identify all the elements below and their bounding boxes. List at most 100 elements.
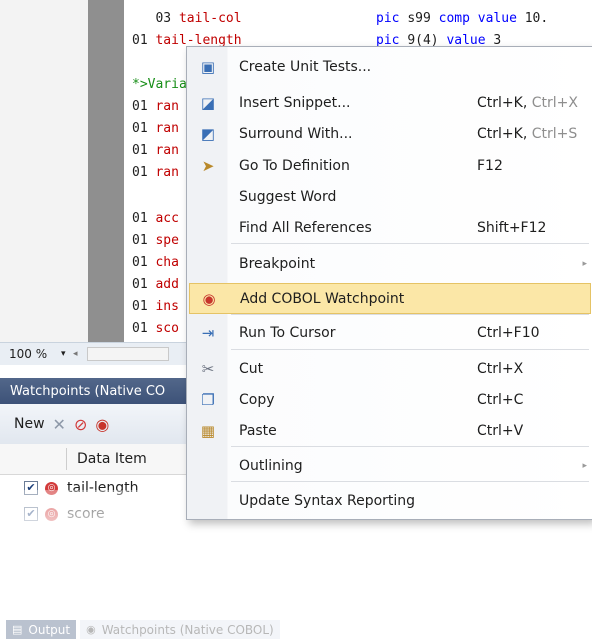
snippet-icon: ◪ <box>200 93 216 112</box>
code-token: 01 <box>132 233 156 248</box>
menu-item-shortcut: Ctrl+K, Ctrl+S <box>477 126 577 142</box>
menu-separator <box>231 481 589 482</box>
menu-item-suggest-word[interactable]: Suggest Word <box>189 181 591 212</box>
menu-item-find-all-references[interactable]: Find All References Shift+F12 <box>189 212 591 243</box>
code-token: 01 <box>132 33 156 48</box>
menu-item-shortcut: Ctrl+V <box>477 423 523 439</box>
menu-item-add-cobol-watchpoint[interactable]: ◉ Add COBOL Watchpoint <box>189 283 591 314</box>
menu-item-label: Paste <box>239 422 277 439</box>
surround-icon: ◩ <box>200 124 216 143</box>
menu-item-label: Update Syntax Reporting <box>239 492 416 509</box>
code-token: ran <box>155 99 179 114</box>
code-token: s99 <box>407 11 439 26</box>
unit-test-icon: ▣ <box>200 57 216 76</box>
code-line-tail[interactable]: pic s99 comp value 10. <box>376 10 548 27</box>
code-token: acc <box>155 211 179 226</box>
menu-separator <box>231 446 589 447</box>
submenu-arrow-icon: ▸ <box>582 258 587 269</box>
code-line[interactable]: *>Varia <box>132 76 187 93</box>
menu-item-breakpoint[interactable]: Breakpoint ▸ <box>189 248 591 279</box>
shortcut-primary: Ctrl+K, <box>477 94 532 111</box>
code-token: ins <box>155 299 179 314</box>
code-line[interactable]: 01 add <box>132 276 179 293</box>
watchpoint-toggle-icon[interactable]: ◉ <box>95 415 109 434</box>
code-line[interactable]: 01 spe <box>132 232 179 249</box>
shortcut-primary: Ctrl+F10 <box>477 324 540 341</box>
code-token: 01 <box>132 255 156 270</box>
code-line[interactable]: 01 ran <box>132 98 179 115</box>
code-line[interactable]: 01 acc <box>132 210 179 227</box>
editor-gutter <box>0 0 88 342</box>
shortcut-primary: Ctrl+C <box>477 391 524 408</box>
menu-item-paste[interactable]: ▦ Paste Ctrl+V <box>189 415 591 446</box>
code-token: 01 <box>132 99 156 114</box>
menu-item-go-to-definition[interactable]: ➤ Go To Definition F12 <box>189 150 591 181</box>
menu-separator <box>231 243 589 244</box>
code-token: 01 <box>132 211 156 226</box>
menu-separator <box>231 314 589 315</box>
new-watchpoint-button[interactable]: New <box>14 416 45 432</box>
menu-item-run-to-cursor[interactable]: ⇥ Run To Cursor Ctrl+F10 <box>189 317 591 348</box>
menu-item-create-unit-tests[interactable]: ▣ Create Unit Tests... <box>189 51 591 82</box>
shortcut-secondary: Ctrl+X <box>531 94 578 111</box>
menu-item-label: Run To Cursor <box>239 324 336 341</box>
column-data-item[interactable]: Data Item <box>77 451 147 467</box>
code-line[interactable]: 01 sco <box>132 320 179 337</box>
code-token: 01 <box>132 165 156 180</box>
scroll-left-icon[interactable]: ◂ <box>73 349 87 359</box>
code-token: pic <box>376 11 408 26</box>
editor-margin <box>88 0 124 342</box>
code-token: 10. <box>524 11 549 26</box>
scissors-icon: ✂ <box>201 359 215 378</box>
code-line[interactable]: 01 cha <box>132 254 179 271</box>
shortcut-primary: Ctrl+V <box>477 422 524 439</box>
code-token: sco <box>155 321 179 336</box>
definition-icon: ➤ <box>201 156 215 175</box>
code-line[interactable]: 01 ran <box>132 142 179 159</box>
code-token: cha <box>155 255 179 270</box>
code-token: 01 <box>132 121 156 136</box>
shortcut-primary: Ctrl+X <box>477 360 524 377</box>
column-divider[interactable] <box>66 448 67 470</box>
menu-item-shortcut: F12 <box>477 158 503 174</box>
delete-all-icon[interactable]: ⊘ <box>74 415 87 434</box>
menu-item-cut[interactable]: ✂ Cut Ctrl+X <box>189 353 591 384</box>
code-token: *>Varia <box>132 77 187 92</box>
menu-item-label: Go To Definition <box>239 157 350 174</box>
menu-item-outlining[interactable]: Outlining ▸ <box>189 450 591 481</box>
horizontal-scrollbar[interactable] <box>87 347 169 361</box>
menu-item-label: Suggest Word <box>239 188 337 205</box>
tab-watchpoints[interactable]: ◉ Watchpoints (Native COBOL) <box>80 620 280 639</box>
menu-item-label: Insert Snippet... <box>239 94 351 111</box>
tab-watchpoints-label: Watchpoints (Native COBOL) <box>101 622 274 637</box>
watchpoint-icon: ◉ <box>202 289 216 308</box>
menu-item-shortcut: Ctrl+C <box>477 392 523 408</box>
code-token: add <box>155 277 179 292</box>
code-token: 03 <box>132 11 179 26</box>
zoom-dropdown-icon[interactable]: ▾ <box>61 349 73 359</box>
paste-icon: ▦ <box>200 421 216 440</box>
copy-icon: ❐ <box>201 390 215 409</box>
menu-item-update-syntax-reporting[interactable]: Update Syntax Reporting <box>189 485 591 516</box>
code-token: value <box>477 11 525 26</box>
shortcut-primary: Ctrl+K, <box>477 125 532 142</box>
menu-item-surround-with[interactable]: ◩ Surround With... Ctrl+K, Ctrl+S <box>189 118 591 149</box>
output-icon: ▤ <box>12 623 23 636</box>
zoom-level[interactable]: 100 % <box>9 347 61 361</box>
code-token: ran <box>155 165 179 180</box>
watchpoints-pane-title: Watchpoints (Native CO <box>10 383 166 399</box>
code-token: ran <box>155 121 179 136</box>
menu-item-shortcut: Ctrl+X <box>477 361 523 377</box>
code-line[interactable]: 01 ins <box>132 298 179 315</box>
menu-item-label: Add COBOL Watchpoint <box>240 290 405 307</box>
code-token: tail-col <box>178 11 242 26</box>
menu-item-copy[interactable]: ❐ Copy Ctrl+C <box>189 384 591 415</box>
code-line[interactable]: 03 tail-col <box>132 10 242 27</box>
code-line[interactable]: 01 ran <box>132 120 179 137</box>
code-line[interactable]: 01 ran <box>132 164 179 181</box>
delete-icon[interactable]: ✕ <box>53 415 66 434</box>
tab-output[interactable]: ▤ Output <box>6 620 77 639</box>
code-token: comp <box>438 11 478 26</box>
menu-item-insert-snippet[interactable]: ◪ Insert Snippet... Ctrl+K, Ctrl+X <box>189 87 591 118</box>
menu-item-shortcut: Shift+F12 <box>477 220 546 236</box>
